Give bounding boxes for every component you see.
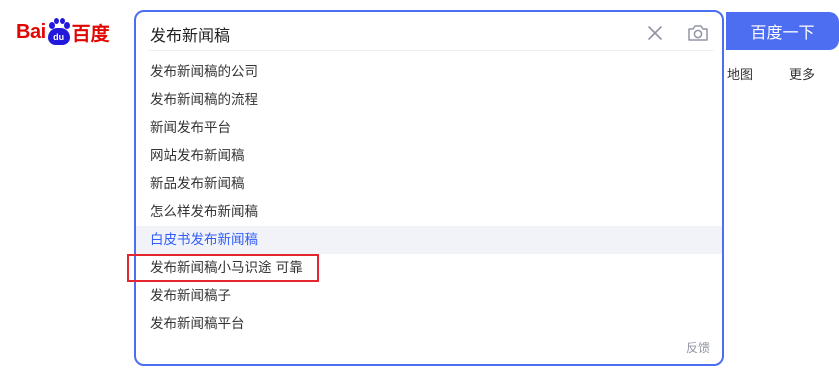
suggestion-item[interactable]: 发布新闻稿小马识途 可靠 <box>136 254 722 282</box>
suggestion-item[interactable]: 新闻发布平台 <box>136 114 722 142</box>
search-box: 发布新闻稿的公司 发布新闻稿的流程 新闻发布平台 网站发布新闻稿 新品发布新闻稿… <box>134 10 724 366</box>
logo-chinese-text: 百度 <box>71 22 110 45</box>
search-input[interactable] <box>150 22 630 46</box>
paw-pad-text: du <box>47 28 70 45</box>
paw-icon: du <box>47 18 71 46</box>
camera-icon[interactable] <box>686 22 710 44</box>
baidu-search-page: Bai du 百度 发布新闻稿的公司 发布新闻稿的流程 <box>0 0 839 374</box>
feedback-link[interactable]: 反馈 <box>686 339 710 356</box>
suggestion-item[interactable]: 发布新闻稿的公司 <box>136 58 722 86</box>
search-button[interactable]: 百度一下 <box>726 12 839 50</box>
suggestion-item[interactable]: 新品发布新闻稿 <box>136 170 722 198</box>
suggestion-item[interactable]: 发布新闻稿子 <box>136 282 722 310</box>
nav-map-link[interactable]: 地图 <box>727 64 753 83</box>
nav-more-link[interactable]: 更多 <box>789 64 815 83</box>
suggestion-item[interactable]: 发布新闻稿平台 <box>136 310 722 338</box>
suggestion-list: 发布新闻稿的公司 发布新闻稿的流程 新闻发布平台 网站发布新闻稿 新品发布新闻稿… <box>136 58 722 338</box>
input-divider <box>148 50 714 51</box>
suggestion-item-active[interactable]: 白皮书发布新闻稿 <box>136 226 722 254</box>
paw-toe <box>53 18 59 24</box>
baidu-logo[interactable]: Bai du 百度 <box>16 12 110 52</box>
suggestion-item[interactable]: 怎么样发布新闻稿 <box>136 198 722 226</box>
logo-latin-text: Bai <box>16 20 46 43</box>
suggestion-item[interactable]: 网站发布新闻稿 <box>136 142 722 170</box>
suggestion-item[interactable]: 发布新闻稿的流程 <box>136 86 722 114</box>
close-icon[interactable] <box>644 22 666 44</box>
